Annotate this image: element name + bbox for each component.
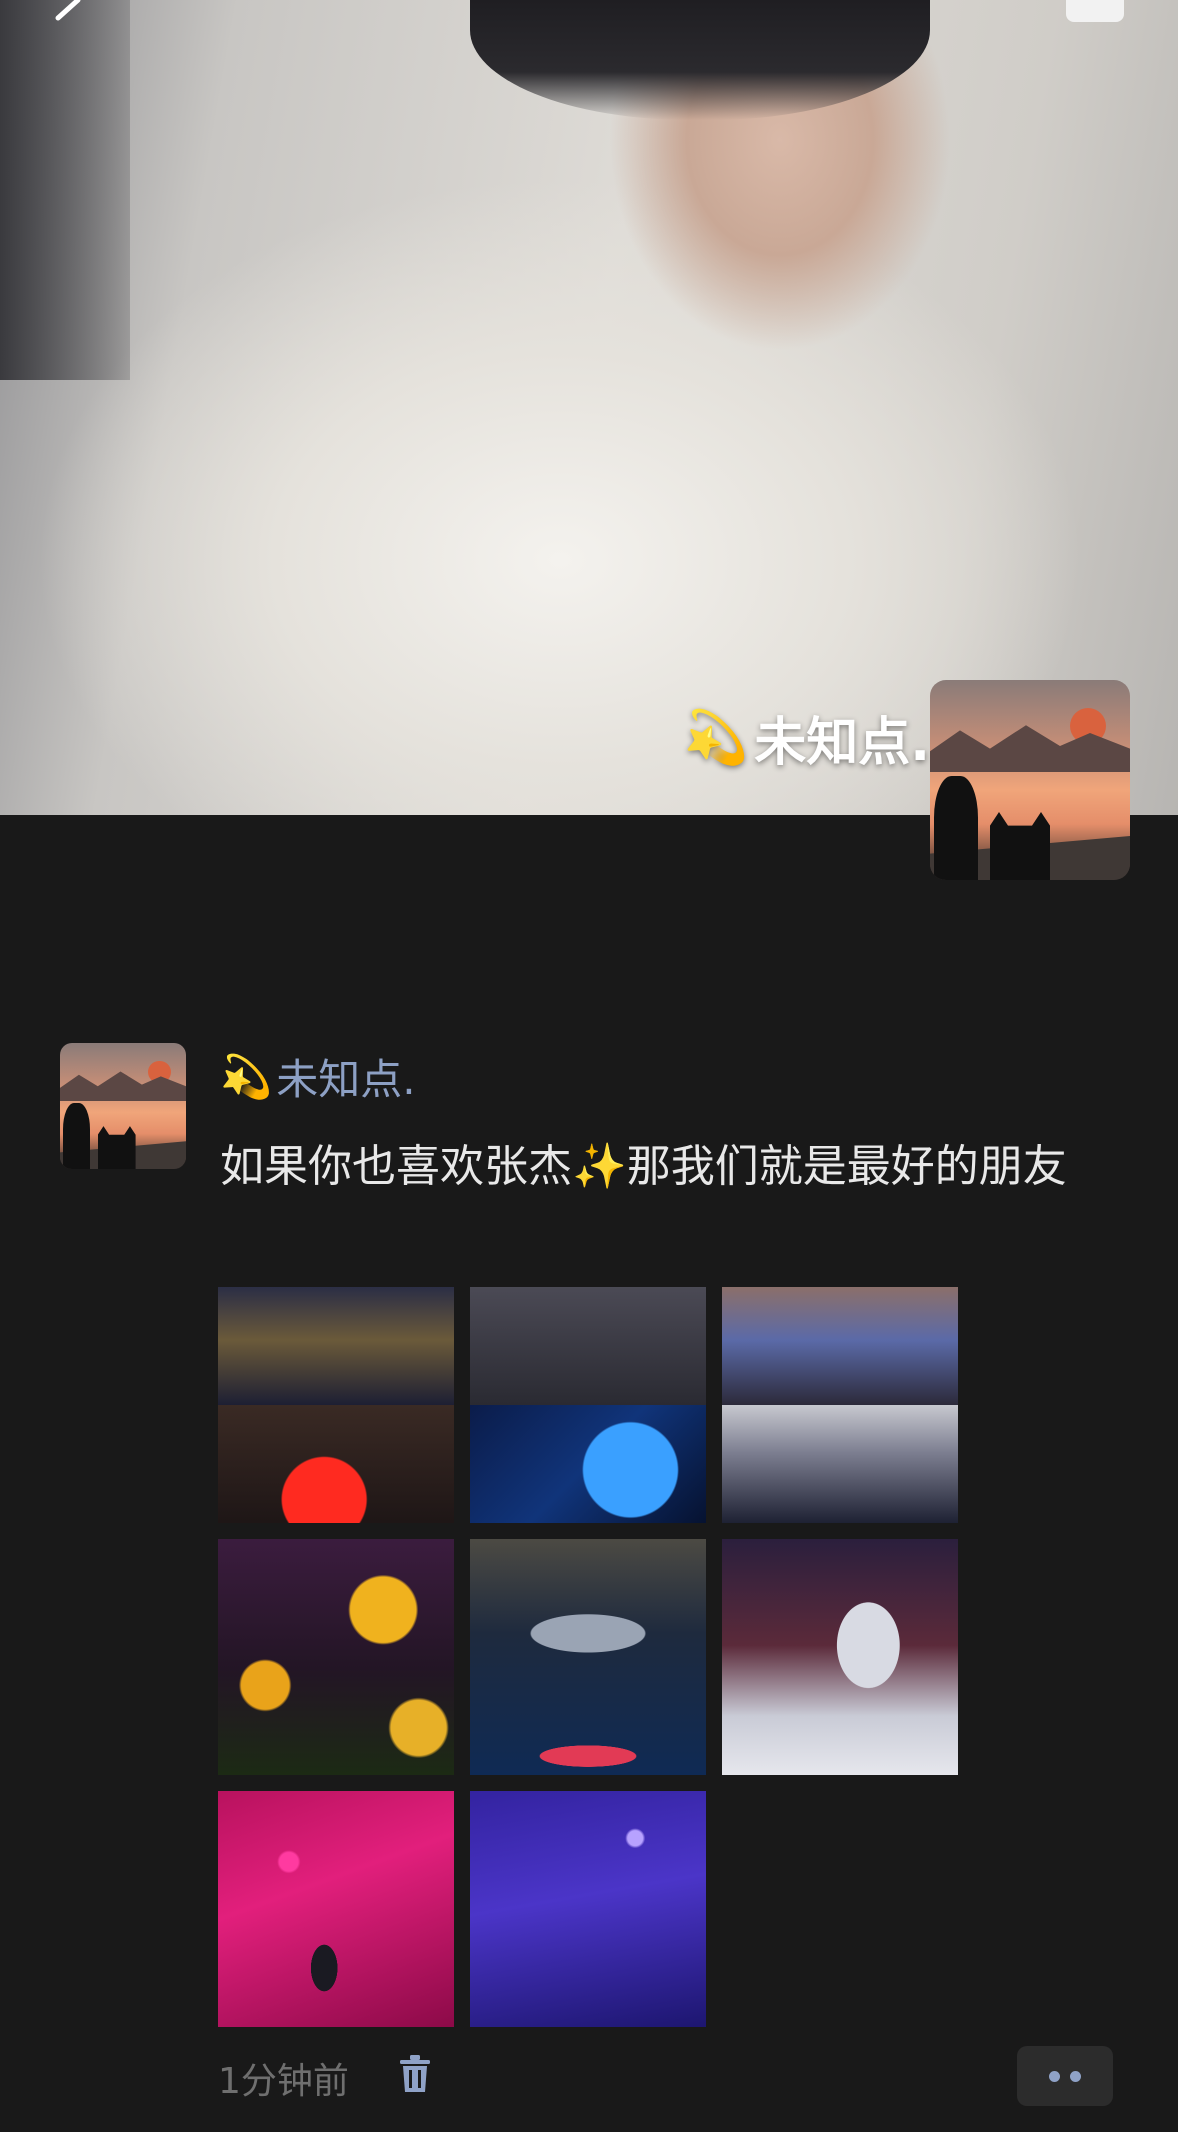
more-options-button[interactable] [1017, 2046, 1113, 2106]
avatar-cat [934, 776, 978, 880]
photo-thumbnail-5[interactable] [470, 1539, 706, 1775]
photo-top-half [722, 1287, 958, 1405]
post-timestamp: 1分钟前 [218, 2061, 349, 2102]
post-text: 如果你也喜欢张杰✨那我们就是最好的朋友 [220, 1124, 1120, 1210]
cover-username[interactable]: 💫 未知点. [683, 700, 930, 775]
photo-thumbnail-1[interactable] [218, 1287, 454, 1523]
camera-icon[interactable] [1066, 0, 1124, 22]
post-author-name[interactable]: 💫 未知点. [220, 1046, 416, 1107]
post-text-part2: 那我们就是最好的朋友 [626, 1141, 1067, 1192]
cover-subject [470, 0, 930, 120]
post-author-avatar[interactable] [60, 1043, 186, 1169]
photo-thumbnail-7[interactable] [218, 1791, 454, 2027]
photo-thumbnail-4[interactable] [218, 1539, 454, 1775]
post-text-part1: 如果你也喜欢张杰 [220, 1141, 572, 1192]
avatar-cat [990, 812, 1050, 880]
sparkles-emoji-icon: ✨ [572, 1141, 627, 1192]
more-options-icon [1070, 2070, 1081, 2082]
comet-emoji-icon: 💫 [220, 1051, 273, 1101]
photo-thumbnail-6[interactable] [722, 1539, 958, 1775]
avatar-cat [62, 1103, 91, 1169]
more-options-icon [1049, 2070, 1060, 2082]
cover-backdrop [0, 0, 130, 380]
photo-bottom-half [470, 1405, 706, 1523]
profile-avatar[interactable] [930, 680, 1130, 880]
photo-bottom-half [218, 1405, 454, 1523]
comet-emoji-icon: 💫 [683, 708, 749, 768]
photo-thumbnail-8[interactable] [470, 1791, 706, 2027]
photo-thumbnail-2[interactable] [470, 1287, 706, 1523]
avatar-cat [97, 1126, 136, 1169]
photo-top-half [218, 1287, 454, 1405]
photo-thumbnail-3[interactable] [722, 1287, 958, 1523]
back-icon[interactable] [48, 0, 88, 22]
photo-top-half [470, 1287, 706, 1405]
photo-bottom-half [722, 1405, 958, 1523]
cover-username-text: 未知点. [754, 713, 930, 773]
post-author-name-text: 未知点. [276, 1055, 416, 1104]
trash-icon[interactable] [396, 2054, 434, 2094]
